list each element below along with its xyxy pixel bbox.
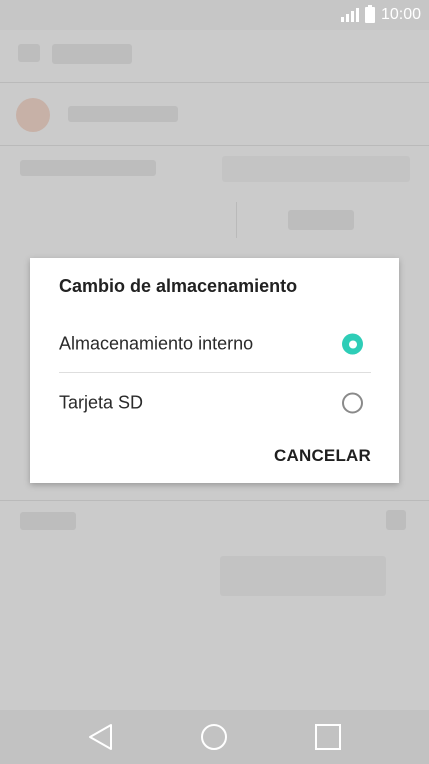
blurred-chevron	[386, 510, 406, 530]
blurred-button	[288, 210, 354, 230]
radio-unselected-icon[interactable]	[342, 392, 363, 414]
blurred-label	[20, 512, 76, 530]
blurred-divider	[0, 500, 429, 501]
blurred-separator	[236, 202, 237, 238]
navigation-bar	[0, 710, 429, 764]
radio-selected-icon[interactable]	[342, 333, 363, 355]
signal-icon	[340, 8, 359, 22]
status-time: 10:00	[380, 6, 421, 23]
blurred-app-icon	[16, 98, 50, 132]
recents-icon[interactable]	[313, 722, 343, 752]
blurred-divider	[0, 82, 429, 83]
blurred-title	[52, 44, 132, 64]
status-bar: 10:00	[0, 0, 429, 30]
blurred-back-icon	[18, 44, 40, 62]
blurred-dropdown	[222, 156, 410, 182]
status-indicators: 10:00	[340, 5, 421, 25]
back-icon[interactable]	[86, 722, 116, 752]
option-label: Almacenamiento interno	[59, 333, 254, 354]
blurred-button	[220, 556, 386, 596]
home-icon[interactable]	[199, 722, 229, 752]
option-internal-storage[interactable]: Almacenamiento interno	[30, 315, 399, 373]
battery-icon	[364, 5, 375, 23]
storage-change-dialog: Cambio de almacenamiento Almacenamiento …	[30, 258, 399, 483]
blurred-app-name	[68, 106, 178, 122]
option-divider	[59, 372, 371, 373]
option-label: Tarjeta SD	[59, 392, 144, 413]
cancel-button[interactable]: CANCELAR	[274, 446, 371, 466]
option-sd-card[interactable]: Tarjeta SD	[30, 374, 399, 432]
dialog-title: Cambio de almacenamiento	[59, 276, 298, 296]
blurred-label	[20, 160, 156, 176]
blurred-divider	[0, 145, 429, 146]
